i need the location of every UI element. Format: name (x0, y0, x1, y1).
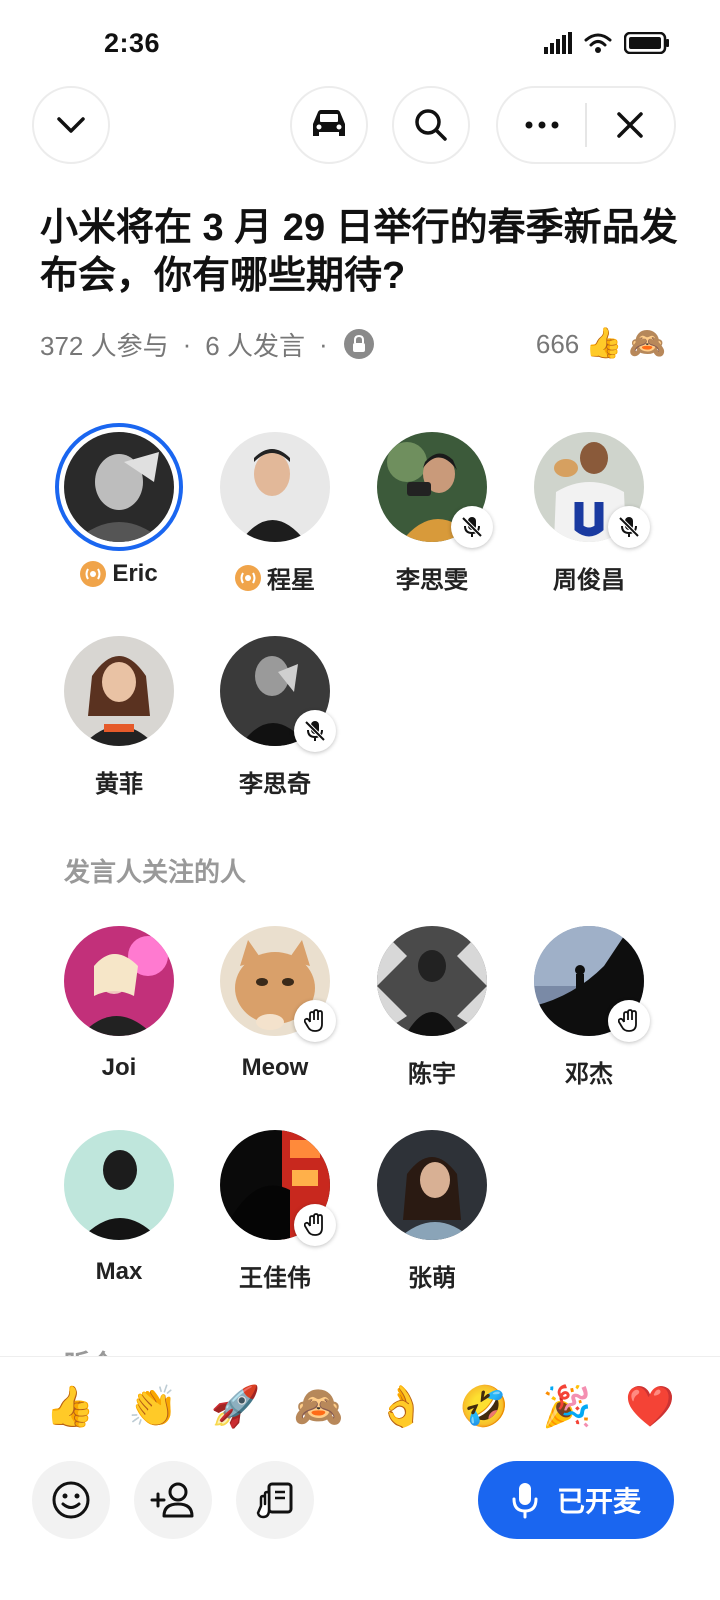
participant-count: 372 人参与 (40, 330, 169, 361)
separator-dot: · (318, 328, 328, 359)
thumbs-up-icon[interactable]: 👍 (30, 1379, 110, 1435)
host-icon (235, 564, 261, 591)
rofl-icon[interactable]: 🤣 (444, 1379, 524, 1435)
avatar (64, 1130, 174, 1240)
raise-hand-button[interactable] (236, 1461, 314, 1539)
speaker-count: 6 人发言 (205, 330, 305, 361)
heart-icon[interactable]: ❤️ (610, 1379, 690, 1435)
speaker-name: Eric (44, 560, 194, 588)
chevron-down-icon (57, 117, 85, 133)
see-no-evil-monkey-icon: 🙈 (628, 327, 666, 360)
mic-muted-icon (608, 506, 650, 548)
status-icons (544, 32, 670, 54)
more-button[interactable] (498, 88, 585, 162)
microphone-icon (512, 1483, 538, 1519)
reaction-count: 666 (535, 328, 580, 359)
see-no-evil-monkey-icon[interactable]: 🙈 (279, 1379, 359, 1435)
wifi-icon (584, 33, 612, 53)
listener-name: Max (95, 1258, 143, 1285)
speaker-name: 李思雯 (396, 567, 468, 594)
avatar (377, 926, 487, 1036)
host-icon (80, 561, 107, 587)
avatar (220, 432, 330, 542)
avatar (377, 1130, 487, 1240)
room-title: 小米将在 3 月 29 日举行的春季新品发布会，你有哪些期待? (40, 207, 678, 297)
battery-icon (624, 32, 669, 54)
reaction-summary[interactable]: 666 👍 🙈 (536, 324, 666, 364)
more-icon (525, 121, 558, 129)
hand-raised-icon (294, 1000, 336, 1042)
listener-name: 张萌 (408, 1265, 456, 1292)
ok-hand-icon[interactable]: 👌 (361, 1379, 441, 1435)
close-button[interactable] (587, 88, 674, 162)
speaker-name: 程星 (200, 560, 350, 595)
listener-name: Meow (241, 1054, 309, 1081)
search-button[interactable] (392, 86, 470, 164)
signal-icon (544, 32, 572, 54)
speaker-name: 李思奇 (239, 771, 311, 798)
mic-muted-icon (294, 710, 336, 752)
avatar (64, 926, 174, 1036)
party-popper-icon[interactable]: 🎉 (527, 1379, 607, 1435)
listener-name: 陈宇 (408, 1061, 456, 1088)
top-bar (0, 86, 720, 166)
rocket-icon[interactable]: 🚀 (196, 1379, 276, 1435)
status-bar: 2:36 (0, 0, 720, 80)
mic-toggle-button[interactable]: 已开麦 (478, 1461, 674, 1539)
hand-raised-icon (294, 1204, 336, 1246)
listener-name: Joi (101, 1054, 137, 1081)
car-icon (313, 110, 345, 136)
collapse-button[interactable] (32, 86, 110, 164)
separator-dot: · (182, 328, 192, 359)
followed-section-label: 发言人关注的人 (64, 857, 247, 887)
bottom-panel: 👍 👏 🚀 🙈 👌 🤣 🎉 ❤️ 已开麦 (0, 1356, 720, 1600)
invite-button[interactable] (134, 1461, 212, 1539)
avatar (64, 636, 174, 746)
smiley-icon (52, 1481, 90, 1519)
add-user-icon (150, 1482, 194, 1518)
room-meta: 372 人参与 · 6 人发言 · (40, 324, 374, 364)
mic-muted-icon (451, 506, 493, 548)
thumbs-up-icon: 👍 (585, 327, 623, 360)
close-icon (617, 112, 644, 138)
emoji-reaction-bar: 👍 👏 🚀 🙈 👌 🤣 🎉 ❤️ (30, 1379, 690, 1435)
status-time: 2:36 (104, 28, 161, 58)
mic-button-label: 已开麦 (556, 1486, 641, 1517)
search-icon (415, 109, 447, 141)
listener-name: 王佳伟 (239, 1265, 311, 1292)
hand-raised-icon (608, 1000, 650, 1042)
listener-name: 邓杰 (565, 1061, 613, 1088)
clapping-icon[interactable]: 👏 (113, 1379, 193, 1435)
lock-icon[interactable] (343, 329, 374, 359)
avatar (64, 432, 174, 542)
emoji-button[interactable] (32, 1461, 110, 1539)
car-mode-button[interactable] (290, 86, 368, 164)
speaker-name: 黄菲 (95, 771, 143, 798)
hand-card-icon (256, 1482, 293, 1519)
more-close-pill (496, 86, 676, 164)
speaker-name: 周俊昌 (553, 567, 625, 594)
